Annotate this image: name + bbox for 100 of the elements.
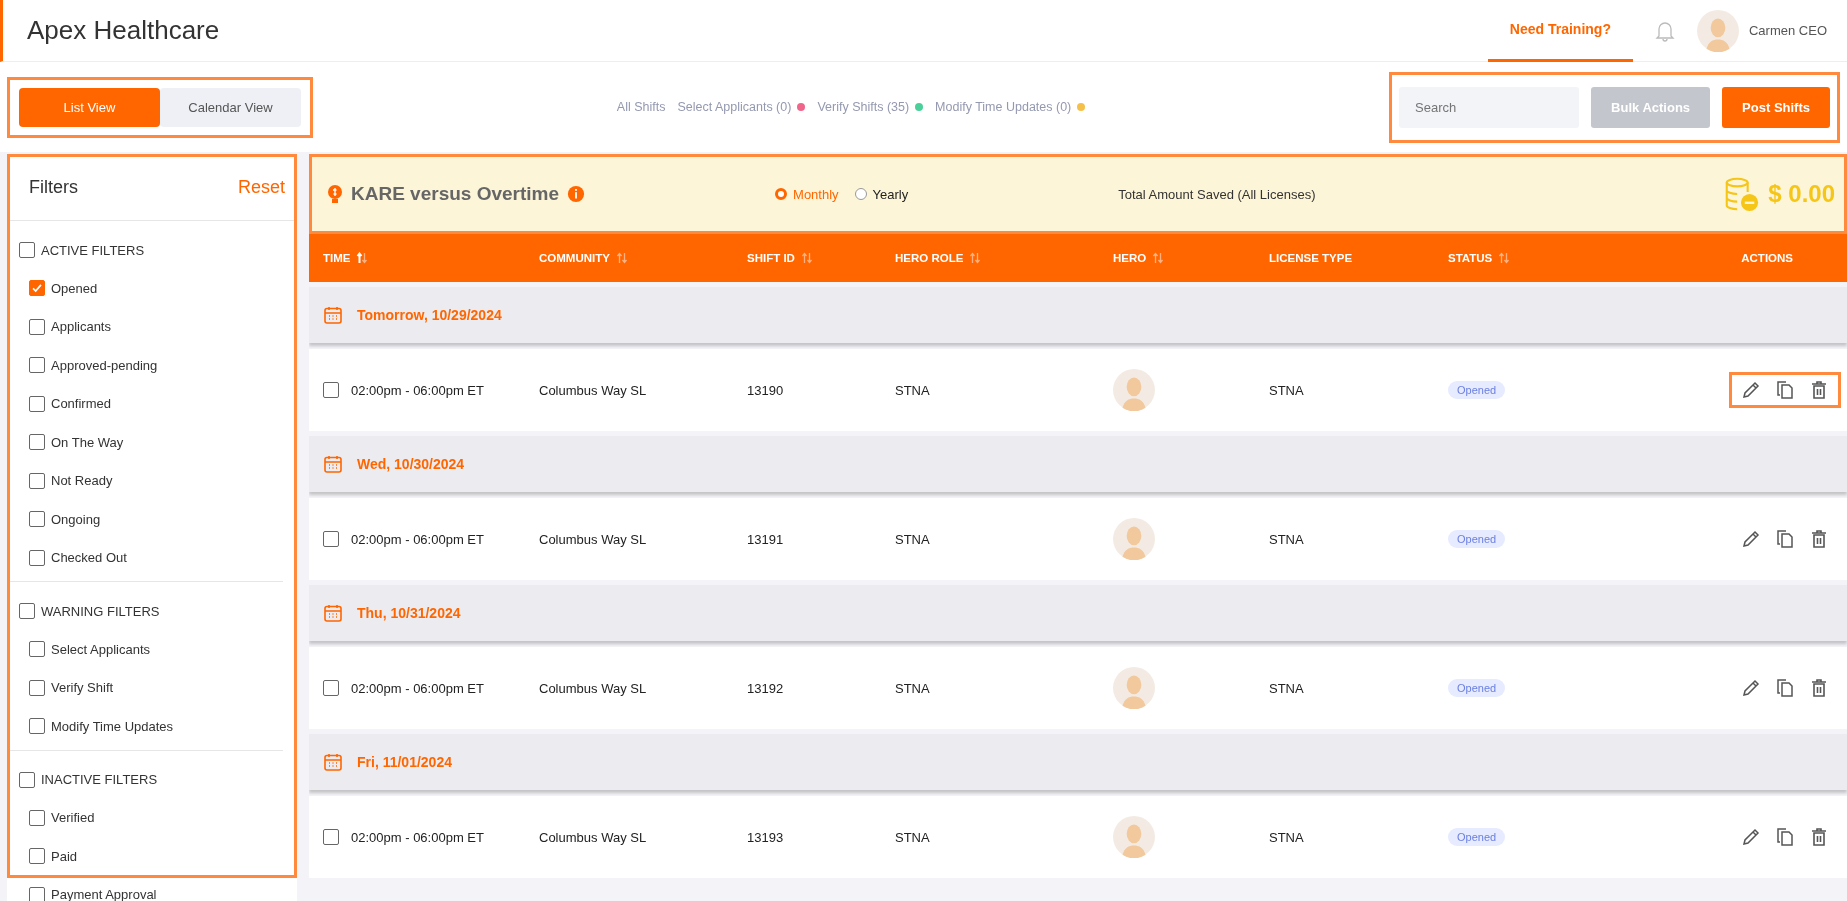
copy-icon[interactable]	[1775, 678, 1795, 698]
delete-icon[interactable]	[1809, 380, 1829, 400]
community-cell-text: Columbus Way SL	[539, 382, 648, 398]
column-header[interactable]: SHIFT ID	[747, 252, 795, 264]
row-checkbox[interactable]	[323, 531, 339, 547]
shift-filter-link[interactable]: Verify Shifts (35)	[817, 100, 910, 114]
column-header[interactable]: STATUS	[1448, 252, 1493, 264]
date-label: Wed, 10/30/2024	[357, 456, 465, 472]
radio-label[interactable]: Monthly	[793, 186, 839, 202]
shift-filter-link[interactable]: Modify Time Updates (0)	[935, 100, 1072, 114]
checkbox[interactable]	[29, 434, 45, 451]
checkbox[interactable]	[29, 280, 45, 297]
checkbox[interactable]	[29, 848, 45, 865]
app-title: Apex Healthcare	[27, 15, 221, 46]
checkbox[interactable]	[29, 886, 45, 901]
row-checkbox[interactable]	[323, 829, 339, 845]
reset-link[interactable]: Reset	[237, 176, 285, 198]
checkbox[interactable]	[29, 549, 45, 566]
edit-icon[interactable]	[1741, 380, 1761, 400]
time-cell: 02:00pm - 06:00pm ET	[351, 531, 484, 547]
filter-label: Checked Out	[51, 550, 127, 566]
info-icon[interactable]	[567, 185, 586, 203]
filter-label: Opened	[51, 280, 98, 296]
shift-filter-link[interactable]: All Shifts	[616, 100, 666, 114]
license-type-cell-text: STNA	[1269, 829, 1305, 845]
checkbox[interactable]	[29, 318, 45, 335]
delete-icon[interactable]	[1809, 678, 1829, 698]
column-header[interactable]: HERO ROLE	[895, 252, 964, 264]
copy-icon[interactable]	[1775, 529, 1795, 549]
column-header[interactable]: TIME	[323, 252, 351, 264]
status-badge: Opened	[1448, 530, 1506, 548]
hero-role-cell-text: STNA	[895, 531, 931, 547]
checkbox[interactable]	[29, 357, 45, 374]
license-type-cell-text: STNA	[1269, 531, 1305, 547]
hero-role-cell-text: STNA	[895, 680, 931, 696]
calendar-icon	[323, 454, 343, 474]
radio-button[interactable]	[775, 188, 788, 200]
checkbox[interactable]	[29, 472, 45, 489]
community-cell-text: Columbus Way SL	[539, 829, 648, 845]
checkbox[interactable]	[29, 718, 45, 735]
hero-role-cell-text: STNA	[895, 829, 931, 845]
status-badge: Opened	[1448, 828, 1506, 846]
edit-icon[interactable]	[1741, 529, 1761, 549]
view-tab[interactable]: List View	[19, 87, 160, 127]
filter-group-label: WARNING FILTERS	[41, 603, 160, 619]
filter-label: Not Ready	[51, 473, 113, 489]
sort-icon[interactable]	[356, 252, 369, 264]
filter-label: Verify Shift	[51, 680, 114, 696]
edit-icon[interactable]	[1741, 678, 1761, 698]
lightbulb-icon	[325, 182, 345, 206]
filters-title: Filters	[29, 176, 78, 198]
post-shifts-button[interactable]: Post Shifts	[1722, 86, 1830, 128]
delete-icon[interactable]	[1809, 827, 1829, 847]
row-checkbox[interactable]	[323, 680, 339, 696]
user-name[interactable]: Carmen CEO	[1748, 23, 1827, 38]
filter-label: Paid	[51, 848, 78, 864]
filter-group-label: ACTIVE FILTERS	[41, 242, 145, 258]
time-cell: 02:00pm - 06:00pm ET	[351, 829, 484, 845]
radio-label[interactable]: Yearly	[872, 186, 909, 202]
filter-label: Approved-pending	[51, 357, 158, 373]
edit-icon[interactable]	[1741, 827, 1761, 847]
community-cell-text: Columbus Way SL	[539, 680, 648, 696]
checkbox[interactable]	[29, 809, 45, 826]
checkbox[interactable]	[29, 641, 45, 658]
filter-group-label: INACTIVE FILTERS	[41, 772, 158, 787]
shift-id-cell-text: 13193	[747, 829, 785, 845]
calendar-icon	[323, 305, 343, 325]
license-type-cell-text: STNA	[1269, 680, 1305, 696]
radio-button[interactable]	[854, 188, 867, 200]
copy-icon[interactable]	[1775, 827, 1795, 847]
checkbox[interactable]	[29, 679, 45, 696]
search-field[interactable]: Search	[1399, 86, 1580, 128]
filter-label: Verified	[51, 810, 95, 826]
view-tab[interactable]: Calendar View	[160, 87, 301, 127]
checkbox[interactable]	[19, 771, 35, 788]
calendar-icon	[323, 603, 343, 623]
checkbox[interactable]	[19, 603, 35, 619]
copy-icon[interactable]	[1775, 380, 1795, 400]
hero-avatar	[1113, 518, 1155, 560]
checkbox[interactable]	[29, 511, 45, 528]
total-label: Total Amount Saved (All Licenses)	[1118, 186, 1317, 202]
filter-label: Confirmed	[51, 396, 111, 412]
hero-avatar	[1113, 816, 1155, 858]
hero-avatar	[1113, 369, 1155, 411]
status-badge: Opened	[1448, 381, 1506, 399]
banner-title: KARE versus Overtime	[351, 183, 560, 205]
date-label: Tomorrow, 10/29/2024	[357, 307, 502, 323]
hero-role-cell-text: STNA	[895, 382, 931, 398]
community-cell-text: Columbus Way SL	[539, 531, 648, 547]
status-badge: Opened	[1448, 679, 1506, 697]
column-header[interactable]: COMMUNITY	[539, 252, 610, 264]
column-header[interactable]: HERO	[1113, 252, 1147, 264]
row-checkbox[interactable]	[323, 382, 339, 398]
delete-icon[interactable]	[1809, 529, 1829, 549]
checkbox[interactable]	[29, 395, 45, 412]
time-cell: 02:00pm - 06:00pm ET	[351, 680, 484, 696]
filter-label: Modify Time Updates	[51, 718, 174, 734]
checkbox[interactable]	[19, 242, 35, 258]
hero-avatar	[1113, 667, 1155, 709]
shift-filter-link[interactable]: Select Applicants (0)	[677, 100, 792, 114]
